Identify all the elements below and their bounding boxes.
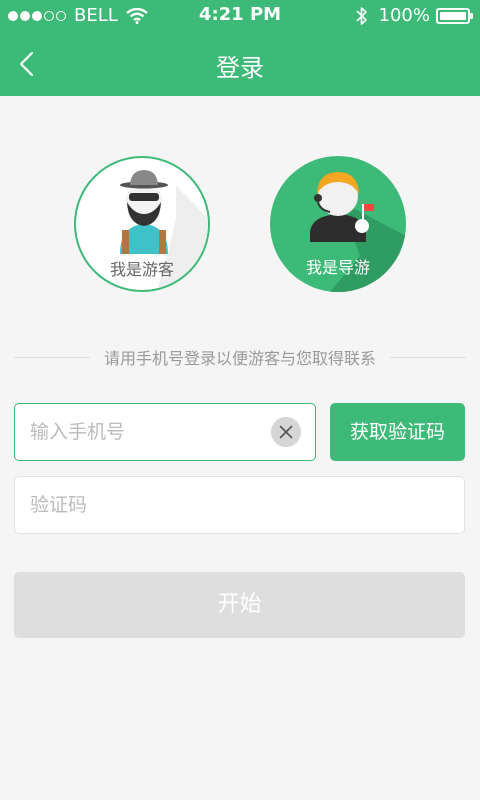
divider-line-left xyxy=(14,356,90,358)
login-hint-divider: 请用手机号登录以便游客与您取得联系 xyxy=(14,345,467,369)
code-input[interactable] xyxy=(30,477,450,533)
battery-icon xyxy=(436,7,473,24)
phone-field xyxy=(14,403,316,461)
role-guide-button[interactable]: 我是导游 xyxy=(270,156,406,292)
battery-percent: 100% xyxy=(378,5,430,26)
bluetooth-icon xyxy=(355,6,367,25)
header-bar: BELL 4:21 PM 100% 登录 xyxy=(0,0,480,96)
clear-phone-button[interactable] xyxy=(271,417,301,447)
status-bar: BELL 4:21 PM 100% xyxy=(0,0,480,32)
close-icon xyxy=(279,425,293,439)
phone-input[interactable] xyxy=(30,404,275,460)
code-field xyxy=(14,476,465,534)
page-title: 登录 xyxy=(216,54,264,82)
start-button[interactable]: 开始 xyxy=(14,572,465,638)
role-tourist-label: 我是游客 xyxy=(109,260,174,279)
get-code-button[interactable]: 获取验证码 xyxy=(330,403,465,461)
role-tourist-button[interactable]: 我是游客 xyxy=(74,156,210,292)
role-guide-label: 我是导游 xyxy=(305,258,370,277)
divider-line-right xyxy=(390,356,467,358)
status-right: 100% xyxy=(355,5,473,26)
nav-bar: 登录 xyxy=(0,32,480,96)
login-hint-text: 请用手机号登录以便游客与您取得联系 xyxy=(104,349,377,368)
